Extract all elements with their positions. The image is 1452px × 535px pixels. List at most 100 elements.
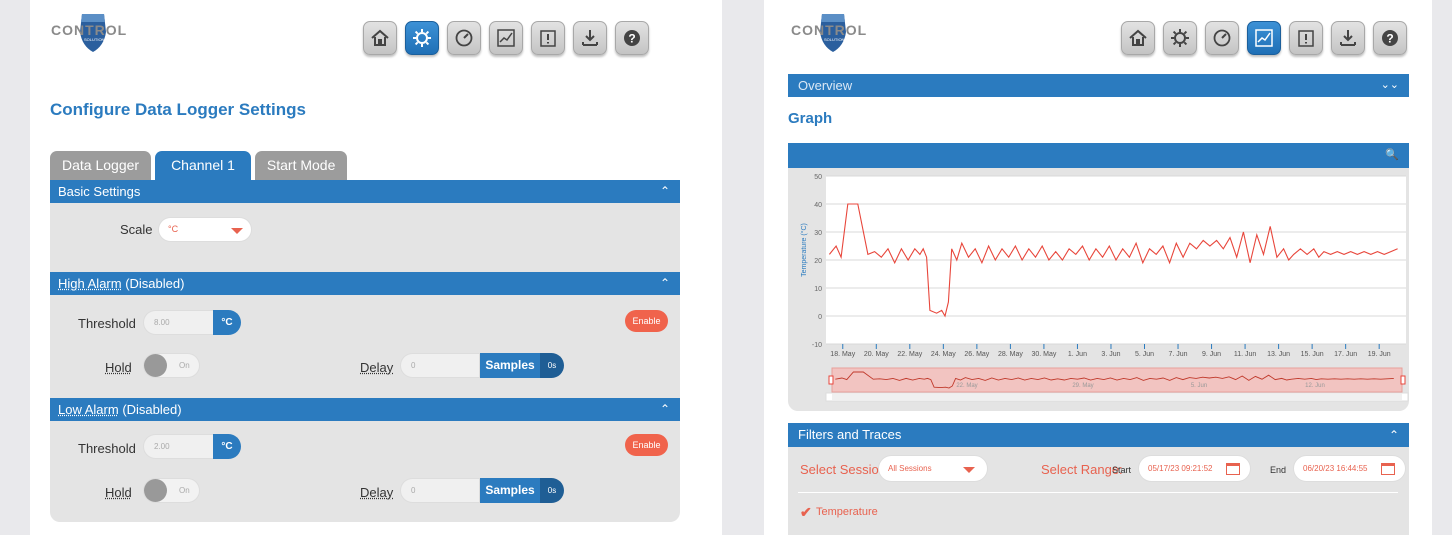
y-axis-label: Temperature (°C) (800, 223, 808, 277)
gauge-icon (455, 29, 473, 47)
settings-button[interactable] (1163, 21, 1197, 55)
low-alarm-status: (Disabled) (122, 402, 182, 417)
high-alarm-status: (Disabled) (125, 276, 185, 291)
collapse-icon: ⌃ (659, 276, 670, 290)
end-label: End (1270, 465, 1287, 475)
help-icon: ? (1382, 30, 1398, 46)
basic-settings-header[interactable]: Basic Settings ⌃ (50, 180, 680, 203)
x-tick-label: 28. May (998, 351, 1023, 358)
low-threshold-label: Threshold (78, 441, 136, 456)
alarm-button[interactable] (1289, 21, 1323, 55)
help-button[interactable]: ? (1373, 21, 1407, 55)
x-tick-label: 1. Jun (1068, 351, 1087, 358)
tab-start-mode[interactable]: Start Mode (254, 151, 348, 180)
alarm-button[interactable] (531, 21, 565, 55)
high-alarm-header[interactable]: High Alarm (Disabled) ⌃ (50, 272, 680, 295)
download-button[interactable] (573, 21, 607, 55)
navigator-tick-label: 29. May (1072, 383, 1093, 389)
low-unit-button[interactable]: °C (213, 434, 241, 459)
toggle-text: On (179, 486, 190, 495)
high-threshold-input[interactable]: 8.00 (143, 310, 215, 335)
low-delay-label: Delay (360, 485, 394, 500)
graph-title: Graph (788, 110, 833, 127)
y-tick-label: 10 (814, 286, 822, 293)
x-tick-label: 15. Jun (1301, 351, 1324, 358)
help-button[interactable]: ? (615, 21, 649, 55)
end-date-input[interactable]: 06/20/23 16:44:55 (1293, 455, 1406, 482)
logo-subtext: SOLUTIONS (824, 37, 847, 42)
x-tick-label: 30. May (1031, 351, 1056, 358)
high-hold-toggle[interactable]: On (143, 353, 200, 378)
overview-title: Overview (798, 78, 853, 93)
zoom-icon[interactable]: 🔍 (1385, 148, 1399, 161)
expand-icon: ⌄⌄ (1380, 79, 1399, 91)
low-enable-button[interactable]: Enable (625, 434, 668, 456)
low-hold-label: Hold (105, 485, 132, 500)
scale-select[interactable]: °C (158, 217, 252, 242)
graph-button[interactable] (489, 21, 523, 55)
gauge-button[interactable] (447, 21, 481, 55)
low-alarm-link[interactable]: Low Alarm (58, 402, 119, 417)
tab-data-logger[interactable]: Data Logger (50, 151, 152, 180)
logo-text: CONTROL (51, 22, 127, 38)
high-unit-button[interactable]: °C (213, 310, 241, 335)
help-icon: ? (624, 30, 640, 46)
high-enable-button[interactable]: Enable (625, 310, 668, 332)
navigator-scrollbar-thumb[interactable] (832, 394, 1402, 400)
checkmark-icon[interactable]: ✔ (800, 504, 812, 521)
filters-title: Filters and Traces (798, 427, 902, 442)
filters-header[interactable]: Filters and Traces ⌃ (788, 423, 1409, 447)
navigator-right-handle[interactable] (1400, 375, 1406, 385)
temperature-chart[interactable]: -10 0 10 20 30 40 50 Temperature (°C) 18. May 20.… (788, 168, 1409, 411)
start-date-input[interactable]: 05/17/23 09:21:52 (1138, 455, 1251, 482)
y-tick-label: 0 (818, 314, 822, 321)
home-button[interactable] (363, 21, 397, 55)
low-samples-button[interactable]: Samples (480, 478, 540, 503)
logo-text: CONTROL (791, 22, 867, 38)
overview-header[interactable]: Overview ⌄⌄ (788, 74, 1409, 97)
high-delay-input[interactable]: 0 (400, 353, 480, 378)
x-tick-label: 18. May (830, 351, 855, 358)
graph-button[interactable] (1247, 21, 1281, 55)
calendar-icon[interactable] (1381, 463, 1395, 475)
x-tick-label: 7. Jun (1168, 351, 1187, 358)
home-icon (371, 29, 389, 46)
configure-panel: CONTROL SOLUTIONS ? Configure Data Logge… (30, 0, 722, 535)
navigator-left-handle[interactable] (828, 375, 834, 385)
scale-value: °C (168, 224, 179, 234)
svg-text:?: ? (1386, 32, 1393, 46)
trace-temperature-label[interactable]: Temperature (816, 506, 878, 518)
tab-channel-1[interactable]: Channel 1 (155, 151, 251, 180)
page-title: Configure Data Logger Settings (50, 100, 306, 119)
high-threshold-label: Threshold (78, 316, 136, 331)
high-alarm-link[interactable]: High Alarm (58, 276, 122, 291)
toggle-knob (144, 354, 167, 377)
low-delay-input[interactable]: 0 (400, 478, 480, 503)
collapse-icon: ⌃ (659, 184, 670, 198)
x-tick-label: 20. May (864, 351, 889, 358)
low-alarm-header[interactable]: Low Alarm (Disabled) ⌃ (50, 398, 680, 421)
settings-button[interactable] (405, 21, 439, 55)
low-threshold-input[interactable]: 2.00 (143, 434, 215, 459)
navigator-tick-label: 5. Jun (1191, 383, 1207, 389)
download-button[interactable] (1331, 21, 1365, 55)
toggle-text: On (179, 361, 190, 370)
y-tick-label: 20 (814, 258, 822, 265)
x-tick-label: 9. Jun (1202, 351, 1221, 358)
graph-panel: CONTROL SOLUTIONS ? Overview ⌄⌄ Graph 🔍 … (764, 0, 1432, 535)
session-select[interactable]: All Sessions (878, 455, 988, 482)
control-solutions-logo: CONTROL SOLUTIONS (791, 14, 867, 52)
graph-header: 🔍 (788, 143, 1409, 168)
low-hold-toggle[interactable]: On (143, 478, 200, 503)
home-button[interactable] (1121, 21, 1155, 55)
calendar-icon[interactable] (1226, 463, 1240, 475)
x-tick-label: 17. Jun (1334, 351, 1357, 358)
start-label: Start (1112, 465, 1132, 475)
high-seconds-badge: 0s (540, 353, 564, 378)
navigator-tick-label: 22. May (956, 383, 977, 389)
high-samples-button[interactable]: Samples (480, 353, 540, 378)
control-solutions-logo: CONTROL SOLUTIONS (51, 14, 127, 52)
start-date-value: 05/17/23 09:21:52 (1148, 464, 1213, 473)
gauge-button[interactable] (1205, 21, 1239, 55)
low-seconds-badge: 0s (540, 478, 564, 503)
